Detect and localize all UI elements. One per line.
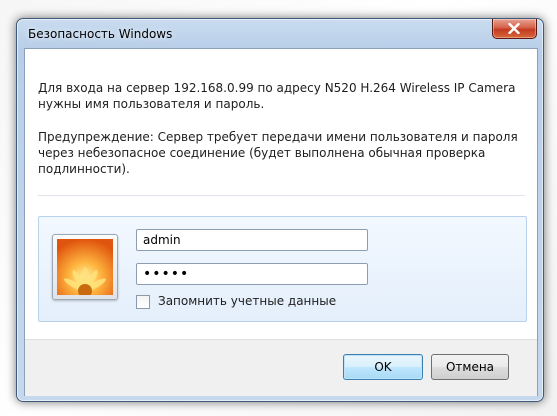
- ok-button[interactable]: OK: [343, 354, 423, 380]
- remember-checkbox[interactable]: [136, 295, 150, 309]
- close-button[interactable]: [492, 19, 537, 39]
- windows-security-dialog: Безопасность Windows Для входа на сервер…: [16, 18, 544, 402]
- title-bar[interactable]: Безопасность Windows: [17, 19, 543, 47]
- window-title: Безопасность Windows: [28, 27, 173, 41]
- button-bar: OK Отмена: [25, 339, 537, 396]
- remember-label: Запомнить учетные данные: [158, 294, 337, 308]
- flower-user-tile-icon: [57, 239, 113, 295]
- avatar: [52, 234, 118, 300]
- credential-tile: admin ••••• Запомнить учетные данные: [38, 216, 527, 322]
- dialog-body: Для входа на сервер 192.168.0.99 по адре…: [24, 48, 538, 396]
- divider: [38, 195, 525, 196]
- cancel-button[interactable]: Отмена: [431, 354, 509, 380]
- security-warning: Предупреждение: Сервер требует передачи …: [38, 130, 518, 176]
- close-icon: [508, 23, 520, 34]
- server-message: Для входа на сервер 192.168.0.99 по адре…: [38, 81, 516, 111]
- password-field[interactable]: •••••: [136, 263, 368, 285]
- username-field[interactable]: admin: [136, 229, 368, 251]
